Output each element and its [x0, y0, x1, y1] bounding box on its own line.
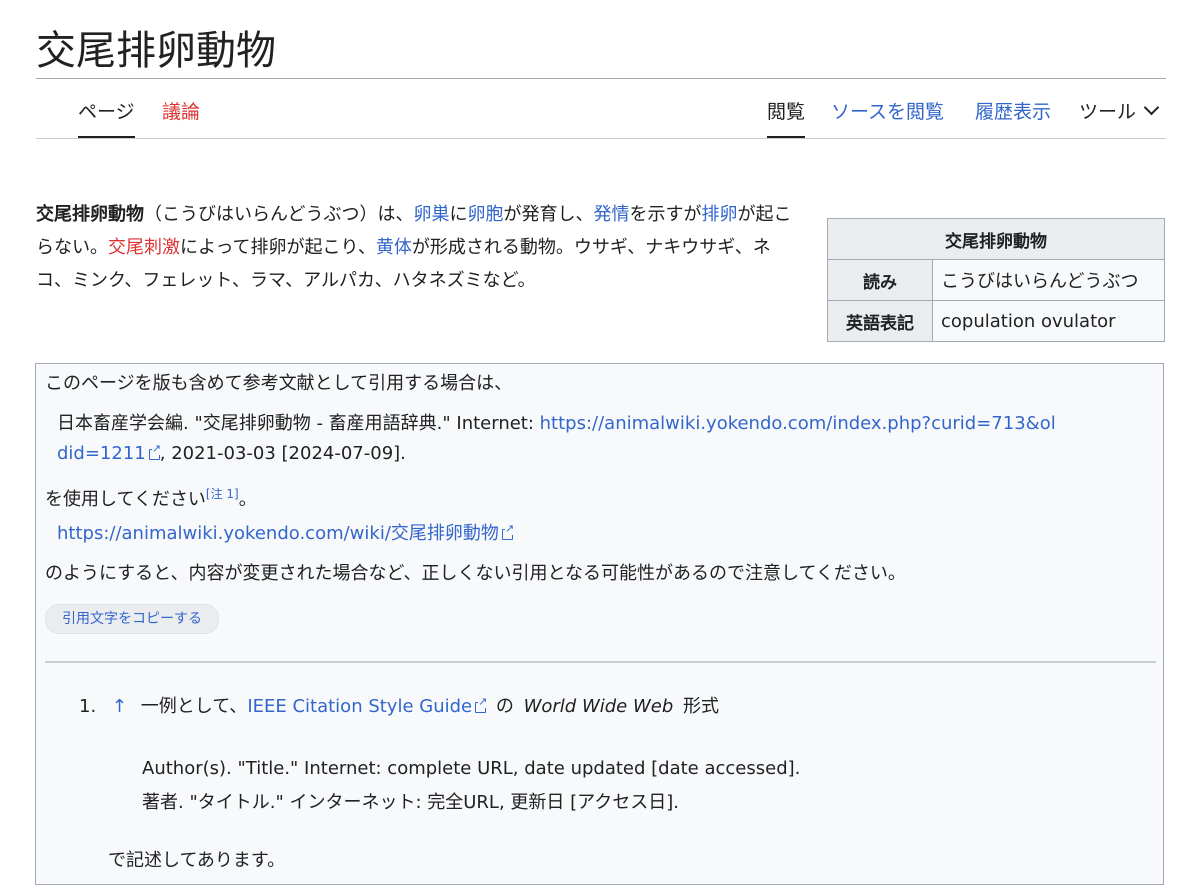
external-link-icon: [148, 443, 161, 460]
intro-text: に: [449, 204, 468, 225]
citation-warning: のようにすると、内容が変更された場合など、正しくない引用となる可能性があるので注…: [45, 563, 906, 584]
external-link-icon: [501, 523, 515, 540]
citation-intro: このページを版も含めて参考文献として引用する場合は、: [45, 373, 513, 394]
infobox-label: 読み: [827, 259, 933, 301]
link-ovulation[interactable]: 排卵: [701, 204, 737, 225]
citation-box: このページを版も含めて参考文献として引用する場合は、 日本畜産学会編. "交尾排…: [35, 363, 1164, 885]
plain-url-line: https://animalwiki.yokendo.com/wiki/交尾排卵…: [57, 519, 515, 549]
note-ref-link[interactable]: [注 1]: [206, 487, 239, 501]
tab-history[interactable]: 履歴表示: [975, 98, 1051, 126]
note-number: 1.: [79, 696, 97, 717]
note-backlink[interactable]: ↑: [112, 696, 127, 717]
citation-reference: 日本畜産学会編. "交尾排卵動物 - 畜産用語辞典." Internet: ht…: [57, 409, 1056, 439]
tab-discussion[interactable]: 議論: [162, 98, 200, 126]
intro-text: が発育し、: [503, 204, 594, 225]
link-copulation-stimulus[interactable]: 交尾刺激: [108, 237, 180, 258]
tab-view-source[interactable]: ソースを閲覧: [831, 98, 944, 126]
intro-text: を示すが: [629, 204, 702, 225]
link-ovary[interactable]: 卵巣: [413, 204, 449, 225]
note-ending: で記述してあります。: [108, 850, 286, 871]
ieee-guide-link[interactable]: IEEE Citation Style Guide: [247, 696, 472, 717]
intro-paragraph: 交尾排卵動物（こうびはいらんどうぶつ）は、卵巣に卵胞が発育し、発情を示すが排卵が…: [36, 198, 806, 297]
note-text: 一例として、: [140, 696, 248, 717]
title-divider: [36, 78, 1166, 79]
intro-text: （こうびはいらんどうぶつ）は、: [144, 204, 414, 225]
external-link-icon: [475, 696, 488, 713]
infobox: 交尾排卵動物 読み こうびはいらんどうぶつ 英語表記 copulation ov…: [827, 218, 1165, 342]
infobox-caption: 交尾排卵動物: [827, 218, 1165, 260]
tabs-divider: [36, 138, 1166, 139]
note-text: の: [495, 696, 514, 717]
citation-ref-url[interactable]: https://animalwiki.yokendo.com/index.php…: [540, 413, 1056, 434]
example-japanese: 著者. "タイトル." インターネット: 完全URL, 更新日 [アクセス日].: [142, 792, 679, 813]
intro-text: によって排卵が起こり、: [180, 237, 376, 258]
page-title: 交尾排卵動物: [36, 28, 276, 74]
link-follicle[interactable]: 卵胞: [467, 204, 503, 225]
citation-use-end: 。: [238, 489, 257, 510]
note-italic: World Wide Web: [523, 696, 674, 717]
intro-term: 交尾排卵動物: [36, 204, 144, 225]
tab-page[interactable]: ページ: [78, 98, 135, 138]
note-text: 形式: [683, 696, 720, 717]
plain-url-link[interactable]: https://animalwiki.yokendo.com/wiki/交尾排卵…: [57, 523, 499, 544]
tab-tools[interactable]: ツール: [1079, 98, 1160, 126]
citation-ref-text: 日本畜産学会編. "交尾排卵動物 - 畜産用語辞典." Internet:: [57, 413, 540, 434]
link-estrus[interactable]: 発情: [593, 204, 629, 225]
link-corpus-luteum[interactable]: 黄体: [376, 237, 412, 258]
example-english: Author(s). "Title." Internet: complete U…: [142, 758, 801, 779]
citation-reference-cont: did=1211 , 2021-03-03 [2024-07-09].: [57, 439, 406, 469]
notes-divider: [45, 661, 1156, 663]
citation-ref-dates: , 2021-03-03 [2024-07-09].: [159, 443, 406, 464]
infobox-value: こうびはいらんどうぶつ: [932, 259, 1165, 301]
chevron-down-icon: [1143, 99, 1160, 116]
infobox-value: copulation ovulator: [932, 300, 1165, 342]
citation-use-line: を使用してください[注 1]。: [45, 479, 257, 515]
infobox-label: 英語表記: [827, 300, 933, 342]
citation-use-text: を使用してください: [45, 489, 206, 510]
tools-label: ツール: [1079, 101, 1137, 123]
copy-citation-button[interactable]: 引用文字をコピーする: [45, 604, 219, 634]
tab-read[interactable]: 閲覧: [767, 98, 806, 138]
note-item: 1. ↑ 一例として、IEEE Citation Style Guide の W…: [79, 692, 719, 722]
citation-ref-url-cont[interactable]: did=1211: [57, 443, 146, 464]
